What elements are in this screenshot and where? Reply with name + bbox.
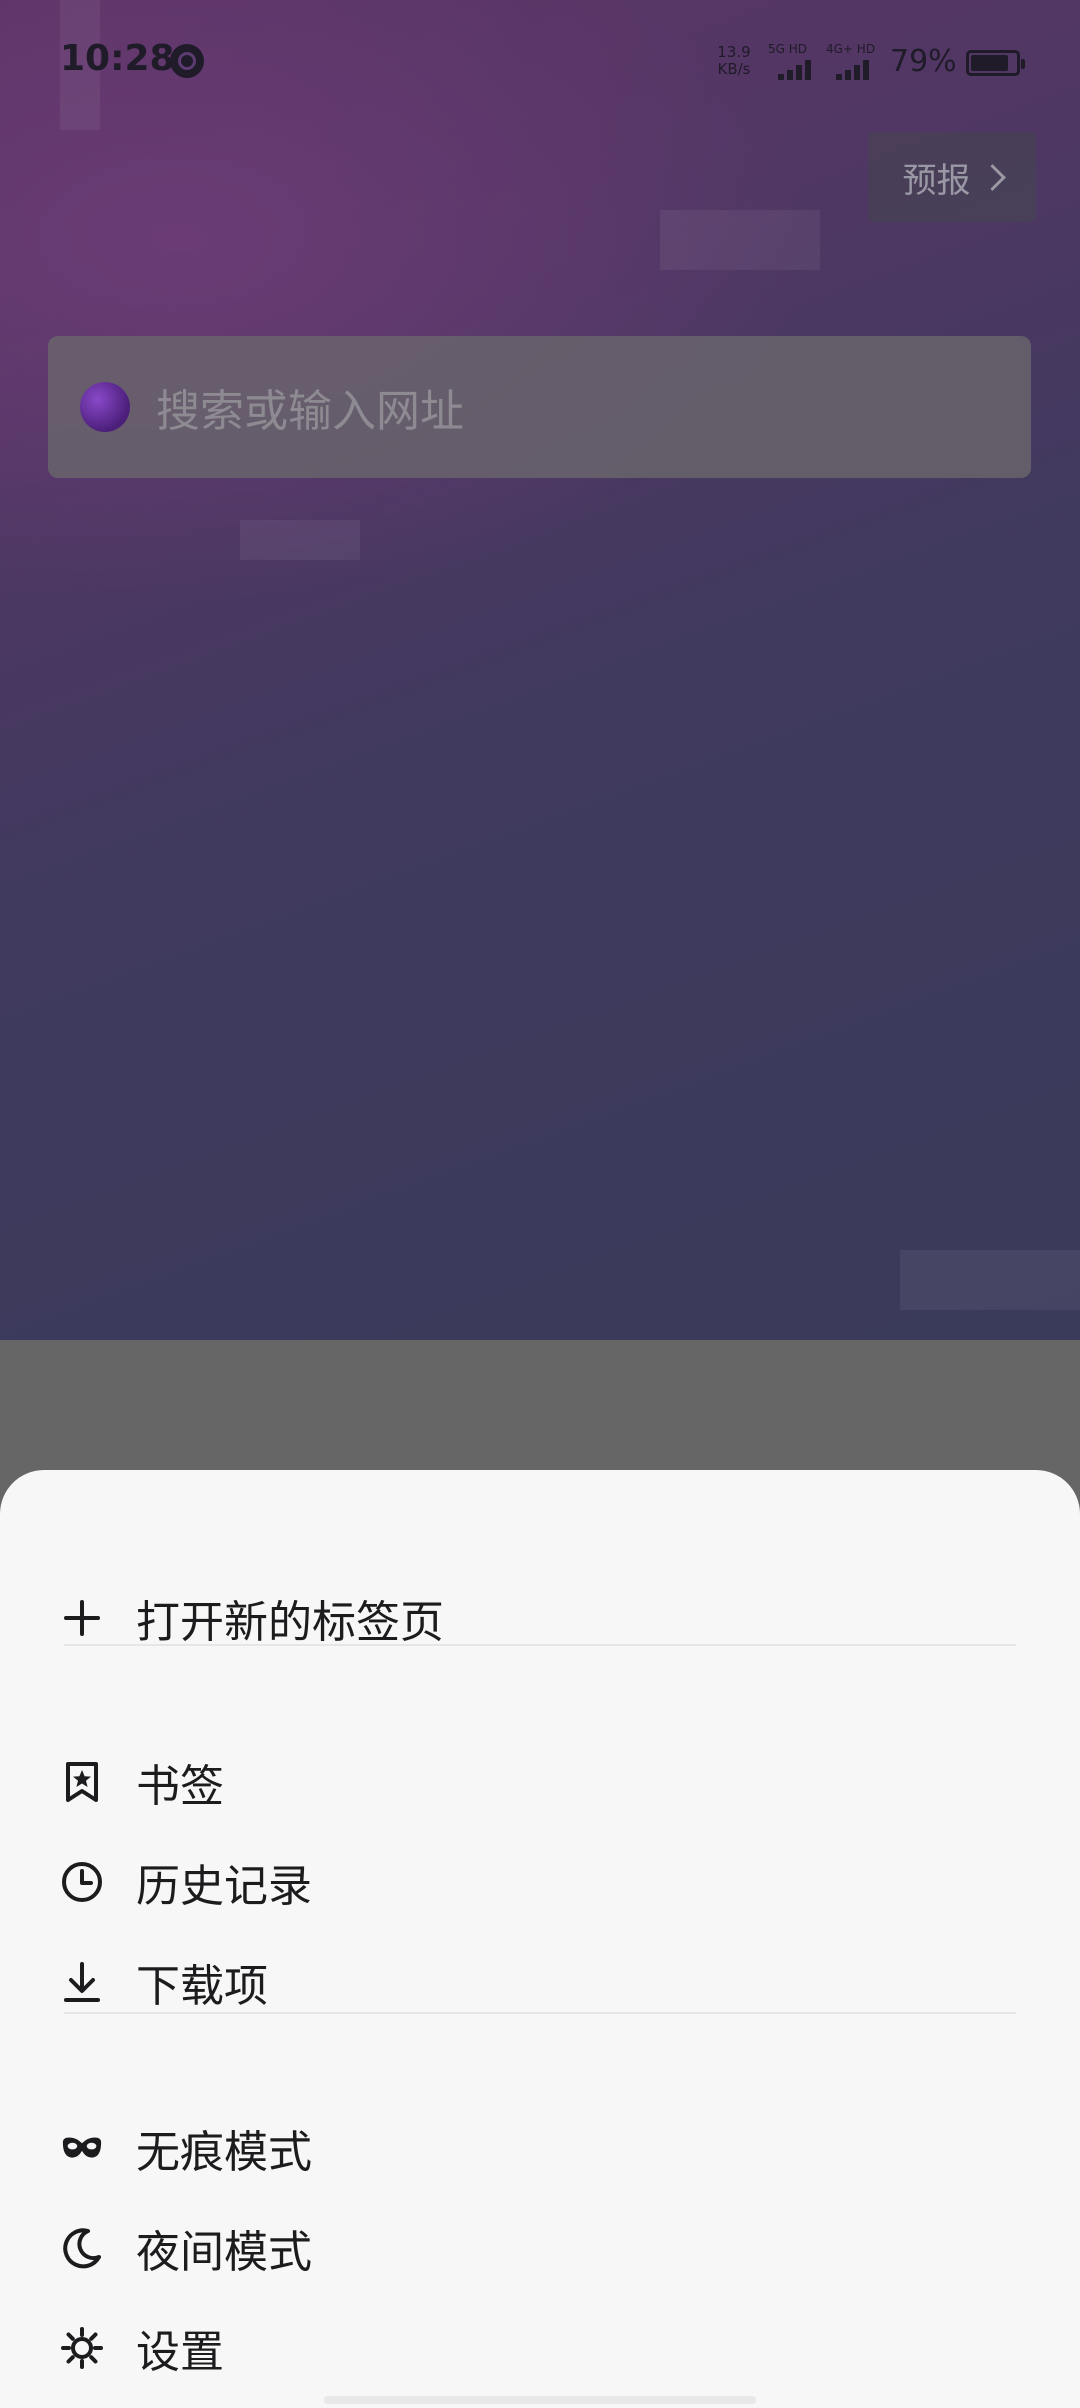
battery-percent: 79% [890,44,957,79]
menu-divider [64,1644,1016,1646]
sim1-label: 5G HD [768,42,808,56]
forecast-button[interactable]: 预报 [868,132,1036,222]
moon-icon [60,2226,104,2270]
network-speed-unit: KB/s [717,60,751,78]
forecast-label: 预报 [902,160,971,201]
menu-divider [64,2012,1016,2014]
search-bar[interactable]: 搜索或输入网址 [48,336,1031,478]
status-bar: 10:28 13.9 KB/s 5G HD 4G+ HD 79% [0,0,1080,130]
network-speed-value: 13.9 [717,43,751,61]
menu-label-incognito: 无痕模式 [136,2127,312,2178]
menu-item-new-tab[interactable]: 打开新的标签页 [0,1568,1080,1668]
battery-icon [966,50,1025,76]
download-icon [60,1960,104,2004]
menu-label-downloads: 下载项 [136,1961,268,2012]
gear-icon [60,2326,104,2370]
sim2-signal-icon: 4G+ HD [826,42,882,80]
home-indicator[interactable] [324,2396,756,2404]
menu-item-settings[interactable]: 设置 [0,2298,1080,2398]
menu-item-bookmarks[interactable]: 书签 [0,1732,1080,1832]
browser-menu-sheet: 打开新的标签页 书签 历史记录 下载项 无痕模式 夜间模式 设置 [0,1470,1080,2408]
menu-item-night-mode[interactable]: 夜间模式 [0,2198,1080,2298]
sim2-label: 4G+ HD [826,42,876,56]
chevron-right-icon [978,163,1006,191]
menu-item-incognito[interactable]: 无痕模式 [0,2098,1080,2198]
menu-label-new-tab: 打开新的标签页 [136,1597,444,1648]
browser-logo-icon [80,382,130,432]
clock-icon [60,1860,104,1904]
menu-label-night-mode: 夜间模式 [136,2227,312,2278]
menu-label-history: 历史记录 [136,1861,312,1912]
menu-item-downloads[interactable]: 下载项 [0,1932,1080,2032]
plus-icon [60,1596,104,1640]
notification-app-icon [170,44,204,78]
search-placeholder: 搜索或输入网址 [156,386,464,437]
status-time: 10:28 [60,38,175,79]
sim1-signal-icon: 5G HD [768,42,824,80]
bookmark-star-icon [60,1760,104,1804]
mask-icon [60,2126,104,2170]
menu-item-history[interactable]: 历史记录 [0,1832,1080,1932]
menu-label-settings: 设置 [136,2327,224,2378]
menu-label-bookmarks: 书签 [136,1761,224,1812]
network-speed: 13.9 KB/s [709,44,759,80]
